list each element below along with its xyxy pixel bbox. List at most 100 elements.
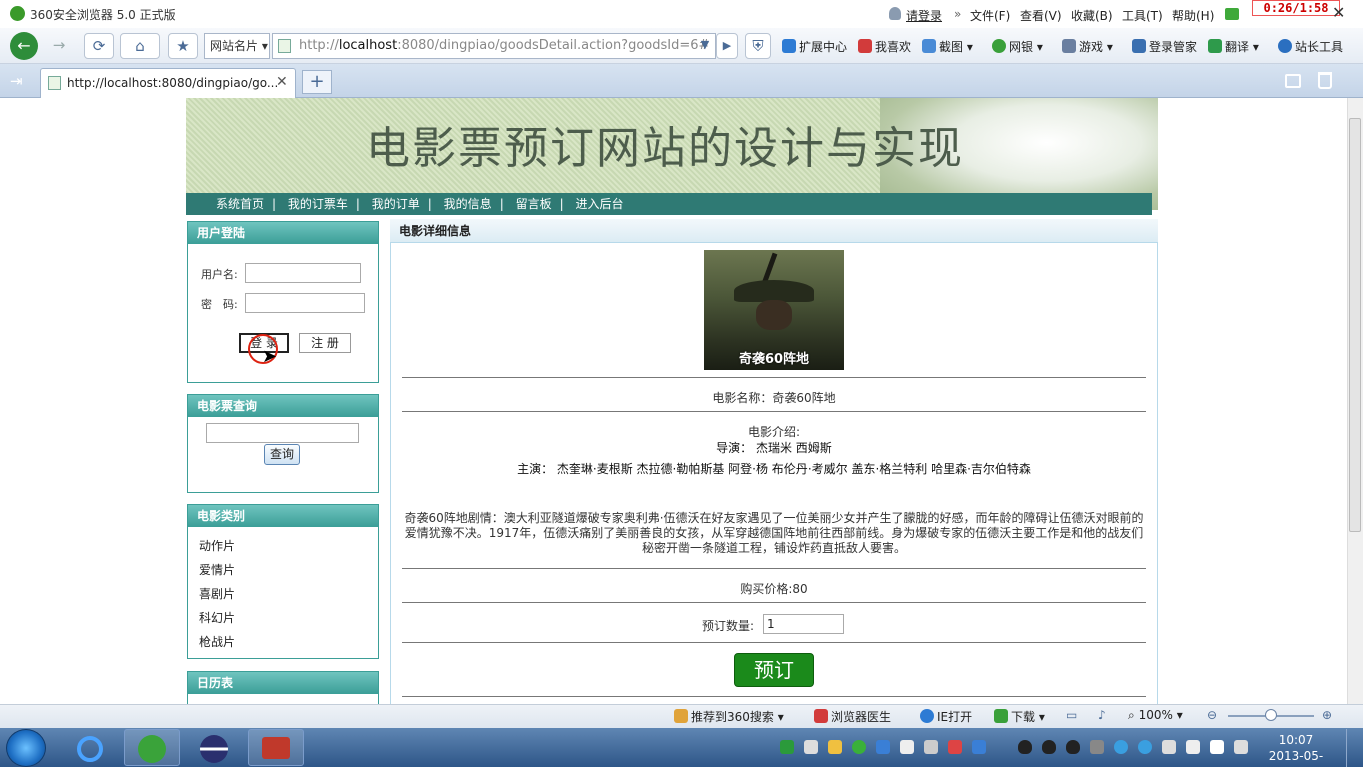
qq-icon[interactable] bbox=[1018, 740, 1032, 754]
quantity-label: 预订数量: bbox=[702, 619, 755, 633]
skin-icon[interactable] bbox=[1225, 8, 1239, 20]
taskbar-360-browser[interactable] bbox=[124, 729, 180, 766]
nav-my-orders[interactable]: 我的订单 bbox=[372, 197, 420, 211]
tray-app-icon[interactable] bbox=[780, 740, 794, 754]
forward-button[interactable]: → bbox=[44, 33, 74, 59]
menu-expand-icon[interactable]: » bbox=[954, 7, 961, 21]
tray-app-icon[interactable] bbox=[1138, 740, 1152, 754]
trash-icon[interactable] bbox=[1318, 72, 1332, 89]
tray-app-icon[interactable] bbox=[828, 740, 842, 754]
qq-icon[interactable] bbox=[1066, 740, 1080, 754]
action-center-flag-icon[interactable] bbox=[1210, 740, 1224, 754]
poster-soldier bbox=[756, 300, 792, 330]
bank-button[interactable]: 网银 ▾ bbox=[992, 38, 1043, 55]
network-icon[interactable] bbox=[1234, 740, 1248, 754]
recommend-360-search[interactable]: 推荐到360搜索 ▾ bbox=[674, 708, 784, 725]
screenshot-button[interactable]: 截图 ▾ bbox=[922, 38, 973, 55]
extensions-button[interactable]: 扩展中心 bbox=[782, 38, 847, 55]
password-manager-button[interactable]: 登录管家 bbox=[1132, 38, 1197, 55]
magnifier-icon: ⌕ bbox=[1128, 708, 1135, 722]
downloads[interactable]: 下载 ▾ bbox=[994, 708, 1045, 725]
register-button[interactable]: 注 册 bbox=[299, 333, 351, 353]
tab-close-icon[interactable]: ✕ bbox=[276, 74, 288, 90]
tray-app-icon[interactable] bbox=[948, 740, 962, 754]
menu-view[interactable]: 查看(V) bbox=[1020, 7, 1062, 24]
shield-icon[interactable]: ⛨ bbox=[745, 33, 771, 59]
volume-muted-icon[interactable] bbox=[1186, 740, 1200, 754]
zoom-out-icon[interactable]: ⊖ bbox=[1207, 708, 1217, 722]
nav-home[interactable]: 系统首页 bbox=[216, 197, 264, 211]
favorite-star-button[interactable]: ★ bbox=[168, 33, 198, 59]
sidebar-toggle-icon[interactable]: ⇥ bbox=[10, 72, 23, 90]
menu-tools[interactable]: 工具(T) bbox=[1122, 7, 1163, 24]
divider bbox=[402, 642, 1146, 643]
go-button[interactable]: ▶ bbox=[716, 33, 738, 59]
qq-icon[interactable] bbox=[1042, 740, 1056, 754]
thumbs-up-icon bbox=[674, 709, 688, 723]
login-link[interactable]: 请登录 bbox=[906, 7, 942, 24]
nav-admin[interactable]: 进入后台 bbox=[575, 197, 623, 211]
page-icon bbox=[278, 39, 291, 53]
games-button[interactable]: 游戏 ▾ bbox=[1062, 38, 1113, 55]
category-action[interactable]: 动作片 bbox=[199, 537, 235, 554]
likes-button[interactable]: 我喜欢 bbox=[858, 38, 911, 55]
category-scifi[interactable]: 科幻片 bbox=[199, 609, 235, 626]
taskbar-eclipse[interactable] bbox=[186, 729, 242, 766]
start-button[interactable] bbox=[6, 729, 46, 767]
taskbar-clock[interactable]: 10:07 2013-05-03 bbox=[1266, 732, 1326, 780]
search-input[interactable] bbox=[206, 423, 359, 443]
new-tab-button[interactable]: + bbox=[302, 70, 332, 94]
webmaster-tools-button[interactable]: 站长工具 bbox=[1278, 38, 1343, 55]
password-input[interactable] bbox=[245, 293, 365, 313]
movie-director: 导演： 杰瑞米 西姆斯 bbox=[716, 441, 832, 455]
menu-favorites[interactable]: 收藏(B) bbox=[1071, 7, 1113, 24]
url-dropdown-icon[interactable]: ▼ bbox=[694, 33, 716, 59]
quantity-input[interactable]: 1 bbox=[763, 614, 844, 634]
nav-my-info[interactable]: 我的信息 bbox=[444, 197, 492, 211]
tray-app-icon[interactable] bbox=[900, 740, 914, 754]
tray-shield-icon[interactable] bbox=[876, 740, 890, 754]
tray-app-icon[interactable] bbox=[1114, 740, 1128, 754]
order-button[interactable]: 预订 bbox=[734, 653, 814, 687]
show-desktop-button[interactable] bbox=[1346, 729, 1363, 767]
nav-message-board[interactable]: 留言板 bbox=[516, 197, 552, 211]
movie-price: 购买价格:80 bbox=[740, 582, 808, 596]
taskbar-ie[interactable] bbox=[62, 729, 118, 766]
menu-file[interactable]: 文件(F) bbox=[970, 7, 1010, 24]
open-in-ie[interactable]: IE打开 bbox=[920, 708, 972, 725]
webmaster-icon bbox=[1278, 39, 1292, 53]
window-mode-icon[interactable]: ▭ bbox=[1066, 708, 1077, 722]
back-button[interactable]: ← bbox=[10, 32, 38, 60]
zoom-slider-handle[interactable] bbox=[1265, 709, 1277, 721]
scrollbar-thumb[interactable] bbox=[1349, 118, 1361, 532]
refresh-button[interactable]: ⟳ bbox=[84, 33, 114, 59]
movie-name: 电影名称：奇袭60阵地 bbox=[712, 391, 836, 405]
tray-app-icon[interactable] bbox=[972, 740, 986, 754]
tray-app-icon[interactable] bbox=[804, 740, 818, 754]
search-button[interactable]: 查询 bbox=[264, 444, 300, 465]
tab-current[interactable]: http://localhost:8080/dingpiao/go... bbox=[40, 68, 296, 98]
password-label: 密 码: bbox=[201, 298, 238, 311]
zoom-control[interactable]: ⌕ 100% ▾ bbox=[1128, 708, 1183, 723]
menu-help[interactable]: 帮助(H) bbox=[1172, 7, 1214, 24]
category-romance[interactable]: 爱情片 bbox=[199, 561, 235, 578]
site-cards-dropdown[interactable]: 网站名片 ▾ bbox=[204, 33, 270, 59]
tray-app-icon[interactable] bbox=[852, 740, 866, 754]
browser-doctor[interactable]: 浏览器医生 bbox=[814, 708, 891, 725]
tray-app-icon[interactable] bbox=[924, 740, 938, 754]
taskbar-toolbox[interactable] bbox=[248, 729, 304, 766]
address-bar[interactable]: http://localhost:8080/dingpiao/goodsDeta… bbox=[272, 33, 716, 59]
username-input[interactable] bbox=[245, 263, 361, 283]
nav-ticket-cart[interactable]: 我的订票车 bbox=[288, 197, 348, 211]
close-window-icon[interactable]: ✕ bbox=[1332, 3, 1345, 22]
movie-plot: 奇袭60阵地剧情：澳大利亚隧道爆破专家奥利弗·伍德沃在好友家遇见了一位美丽少女并… bbox=[404, 511, 1144, 555]
translate-button[interactable]: 翻译 ▾ bbox=[1208, 38, 1259, 55]
home-button[interactable]: ⌂ bbox=[120, 33, 160, 59]
tray-app-icon[interactable] bbox=[1162, 740, 1176, 754]
category-gunfight[interactable]: 枪战片 bbox=[199, 633, 235, 650]
volume-icon[interactable]: ♪ bbox=[1098, 708, 1106, 722]
tray-app-icon[interactable] bbox=[1090, 740, 1104, 754]
restore-tabs-icon[interactable] bbox=[1285, 74, 1301, 88]
category-comedy[interactable]: 喜剧片 bbox=[199, 585, 235, 602]
zoom-in-icon[interactable]: ⊕ bbox=[1322, 708, 1332, 722]
